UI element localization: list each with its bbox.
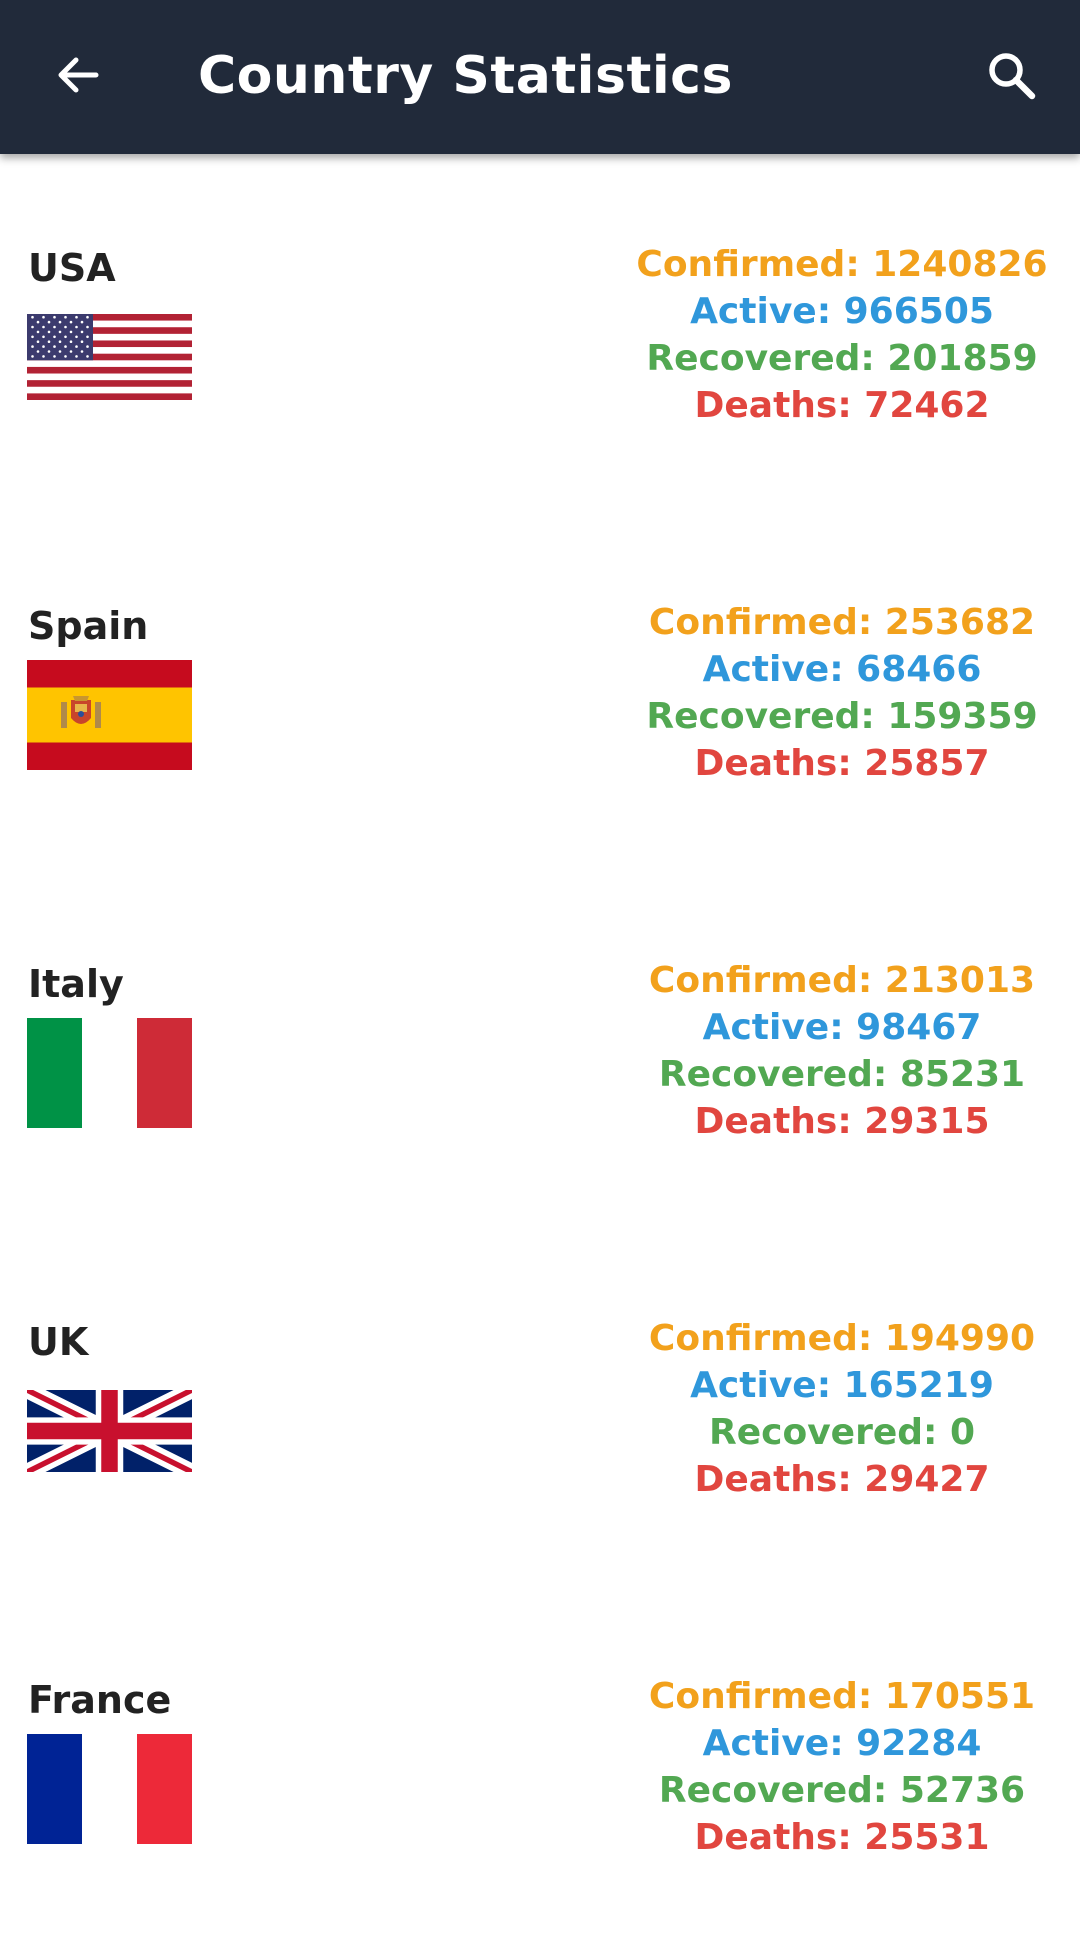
stats-block: Confirmed: 253682 Active: 68466 Recovere… xyxy=(600,599,1080,787)
active-count: Active: 92284 xyxy=(702,1723,982,1764)
country-name: Italy xyxy=(28,962,124,1006)
stats-block: Confirmed: 213013 Active: 98467 Recovere… xyxy=(600,957,1080,1145)
country-name: UK xyxy=(28,1320,89,1364)
country-row-uk[interactable]: UK Confirmed: 194990 Active: 165219 Reco… xyxy=(0,1228,1080,1586)
confirmed-count: Confirmed: 253682 xyxy=(648,602,1036,643)
country-row-spain[interactable]: Spain Confirmed: 253682 Active: 68466 Re… xyxy=(0,512,1080,870)
recovered-count: Recovered: 201859 xyxy=(646,338,1038,379)
recovered-count: Recovered: 52736 xyxy=(658,1770,1026,1811)
uk-flag-icon xyxy=(27,1376,192,1486)
recovered-count: Recovered: 159359 xyxy=(646,696,1038,737)
country-row-italy[interactable]: Italy Confirmed: 213013 Active: 98467 Re… xyxy=(0,870,1080,1228)
country-name: Spain xyxy=(28,604,149,648)
active-count: Active: 68466 xyxy=(702,649,982,690)
active-count: Active: 966505 xyxy=(690,291,994,332)
country-row-usa[interactable]: USA Confirmed: 1240826 Active: 966505 Re… xyxy=(0,154,1080,512)
app-bar: Country Statistics xyxy=(0,0,1080,154)
france-flag-icon xyxy=(27,1734,192,1844)
usa-flag-icon xyxy=(27,302,192,412)
confirmed-count: Confirmed: 170551 xyxy=(648,1676,1036,1717)
arrow-left-icon[interactable] xyxy=(48,45,108,105)
spain-flag-icon xyxy=(27,660,192,770)
active-count: Active: 98467 xyxy=(702,1007,982,1048)
italy-flag-icon xyxy=(27,1018,192,1128)
country-name: USA xyxy=(28,246,116,290)
stats-block: Confirmed: 170551 Active: 92284 Recovere… xyxy=(600,1673,1080,1861)
deaths-count: Deaths: 25857 xyxy=(694,743,990,784)
stats-block: Confirmed: 1240826 Active: 966505 Recove… xyxy=(600,241,1080,429)
confirmed-count: Confirmed: 213013 xyxy=(648,960,1036,1001)
deaths-count: Deaths: 29315 xyxy=(694,1101,990,1142)
deaths-count: Deaths: 72462 xyxy=(694,385,990,426)
deaths-count: Deaths: 29427 xyxy=(694,1459,990,1500)
recovered-count: Recovered: 0 xyxy=(708,1412,975,1453)
stats-block: Confirmed: 194990 Active: 165219 Recover… xyxy=(600,1315,1080,1503)
country-name: France xyxy=(28,1678,172,1722)
country-row-france[interactable]: France Confirmed: 170551 Active: 92284 R… xyxy=(0,1586,1080,1944)
active-count: Active: 165219 xyxy=(690,1365,994,1406)
recovered-count: Recovered: 85231 xyxy=(658,1054,1026,1095)
confirmed-count: Confirmed: 1240826 xyxy=(636,244,1048,285)
deaths-count: Deaths: 25531 xyxy=(694,1817,990,1858)
confirmed-count: Confirmed: 194990 xyxy=(648,1318,1036,1359)
search-icon[interactable] xyxy=(982,46,1042,106)
page-title: Country Statistics xyxy=(198,46,733,106)
